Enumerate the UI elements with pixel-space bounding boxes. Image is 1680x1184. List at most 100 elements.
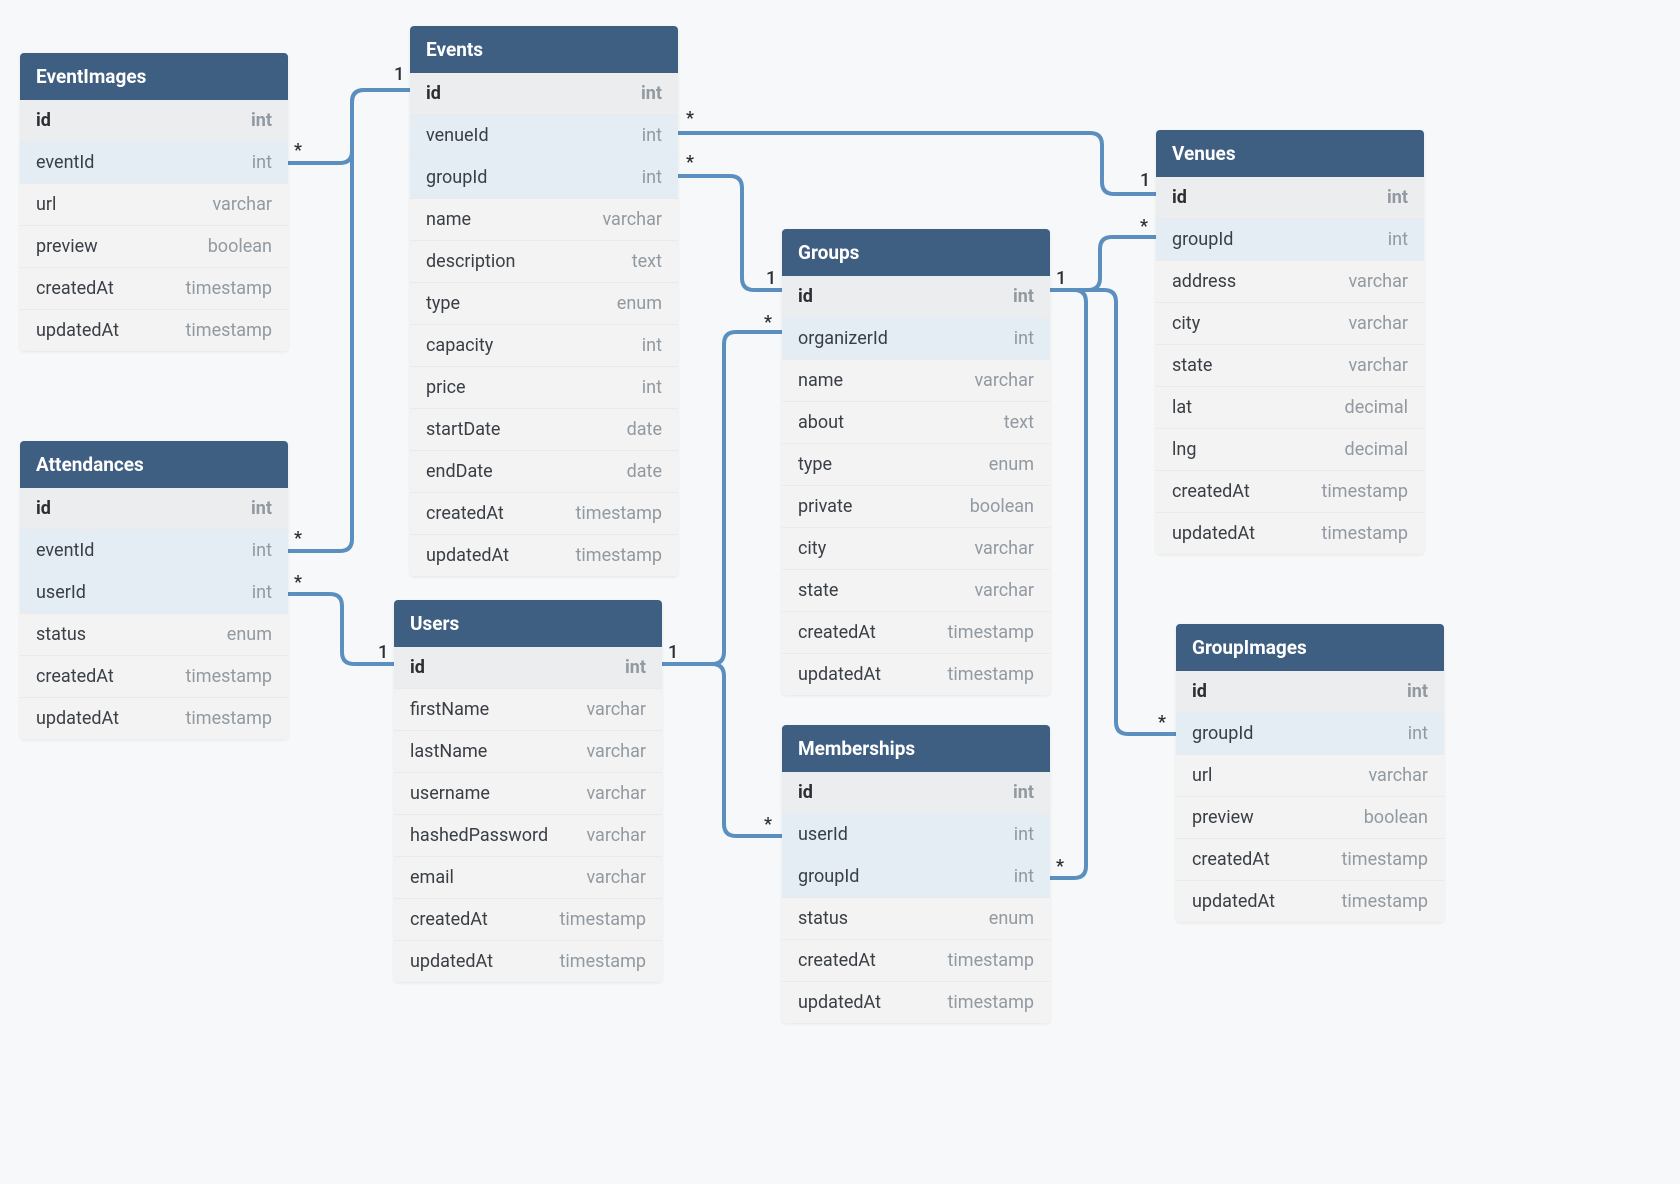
table-row: groupIdint [782,856,1050,898]
col-type: timestamp [1322,481,1408,502]
table-row: email varchar [394,857,662,899]
table-attendances[interactable]: Attendances idint eventIdint userIdint s… [20,441,288,739]
cardinality-label: 1 [1056,268,1066,289]
col-type: enum [989,454,1034,475]
col-name: hashedPassword [410,825,548,846]
col-type: int [1013,782,1034,803]
col-type: timestamp [576,545,662,566]
table-row: statevarchar [782,570,1050,612]
col-type: int [625,657,646,678]
col-type: int [1014,328,1034,349]
col-type: timestamp [948,992,1034,1013]
table-venues[interactable]: Venues idint groupIdint addressvarchar c… [1156,130,1424,554]
table-header: Events [410,26,678,73]
col-name: id [1172,187,1187,208]
table-row: namevarchar [782,360,1050,402]
col-name: type [426,293,460,314]
table-row: createdAt timestamp [20,656,288,698]
col-name: preview [1192,807,1254,828]
col-type: timestamp [186,666,272,687]
table-groupimages[interactable]: GroupImages idint groupIdint urlvarchar … [1176,624,1444,922]
col-name: eventId [36,540,94,561]
col-name: email [410,867,454,888]
table-row: capacityint [410,325,678,367]
col-type: timestamp [576,503,662,524]
cardinality-label: * [686,108,694,129]
col-type: varchar [1368,765,1428,786]
table-row: groupIdint [410,157,678,199]
table-eventimages[interactable]: EventImages idint eventIdint urlvarchar … [20,53,288,351]
col-name: createdAt [36,278,114,299]
col-type: varchar [1348,271,1408,292]
col-type: varchar [586,783,646,804]
col-name: city [798,538,826,559]
cardinality-label: * [686,152,694,173]
col-name: createdAt [1172,481,1250,502]
cardinality-label: * [294,528,302,549]
table-row: venueIdint [410,115,678,157]
col-type: enum [989,908,1034,929]
col-name: createdAt [36,666,114,687]
table-memberships[interactable]: Memberships id int userIdint groupIdint s… [782,725,1050,1023]
table-row: updatedAttimestamp [1176,881,1444,922]
col-type: varchar [586,825,646,846]
table-row: userIdint [782,814,1050,856]
col-name: lastName [410,741,487,762]
col-type: timestamp [1322,523,1408,544]
table-row: firstNamevarchar [394,689,662,731]
col-name: address [1172,271,1236,292]
table-row: cityvarchar [1156,303,1424,345]
col-type: varchar [586,867,646,888]
col-type: int [1014,824,1034,845]
col-name: groupId [1172,229,1233,250]
cardinality-label: 1 [668,642,678,663]
table-row: statusenum [782,898,1050,940]
table-row: idint [394,647,662,689]
col-type: timestamp [186,278,272,299]
col-name: id [798,782,813,803]
col-type: int [1408,723,1428,744]
table-row: type enum [782,444,1050,486]
table-row: namevarchar [410,199,678,241]
table-header: Memberships [782,725,1050,772]
table-users[interactable]: Users idint firstNamevarchar lastNamevar… [394,600,662,982]
col-type: int [642,377,662,398]
col-type: timestamp [560,909,646,930]
col-name: endDate [426,461,493,482]
table-row: endDate date [410,451,678,493]
col-name: updatedAt [1192,891,1275,912]
col-name: about [798,412,844,433]
cardinality-label: 1 [1140,170,1150,191]
cardinality-label: * [1158,712,1166,733]
col-name: groupId [426,167,487,188]
col-type: boolean [208,236,272,257]
col-type: date [627,461,662,482]
col-type: varchar [974,538,1034,559]
table-row: updatedAttimestamp [1156,513,1424,554]
table-row: updatedAttimestamp [394,941,662,982]
col-type: varchar [1348,355,1408,376]
table-row: statusenum [20,614,288,656]
col-name: type [798,454,832,475]
table-row: urlvarchar [1176,755,1444,797]
col-type: int [641,83,662,104]
col-name: lat [1172,397,1192,418]
col-type: int [1387,187,1408,208]
col-type: timestamp [186,320,272,341]
col-name: updatedAt [36,708,119,729]
col-type: timestamp [560,951,646,972]
col-name: id [36,110,51,131]
table-row: updatedAttimestamp [20,698,288,739]
col-name: id [798,286,813,307]
col-type: timestamp [1342,849,1428,870]
col-type: varchar [1348,313,1408,334]
table-row: updatedAttimestamp [782,982,1050,1023]
table-events[interactable]: Events idint venueIdint groupIdint namev… [410,26,678,576]
table-row: idint [782,276,1050,318]
col-type: int [252,540,272,561]
col-name: updatedAt [36,320,119,341]
table-groups[interactable]: Groups idint organizerIdint namevarchar … [782,229,1050,695]
table-row: userIdint [20,572,288,614]
col-name: status [36,624,86,645]
col-name: private [798,496,852,517]
